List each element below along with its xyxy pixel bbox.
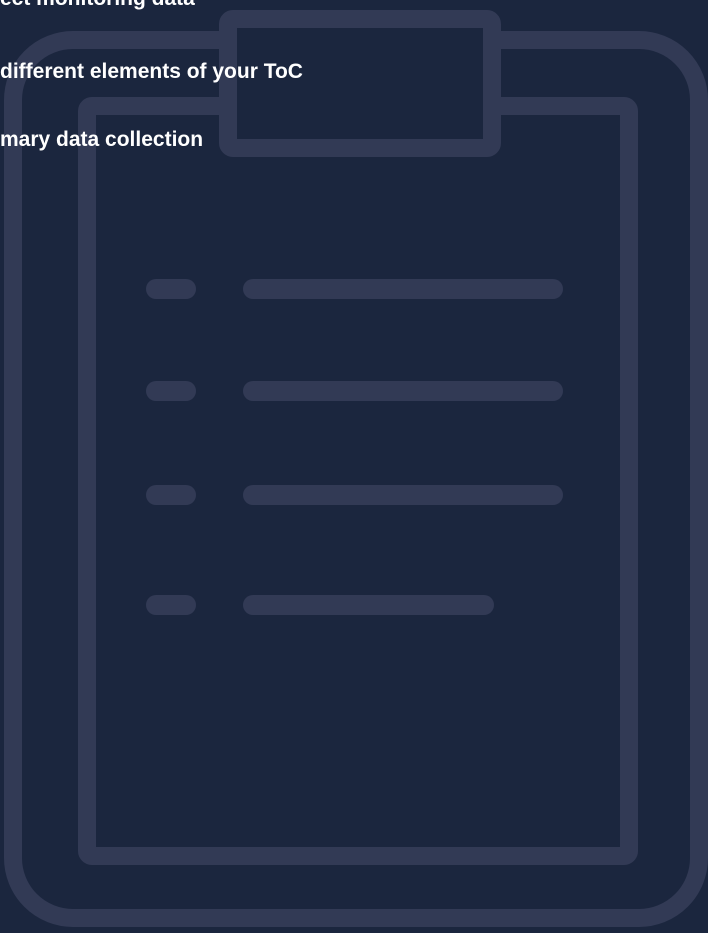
- clipboard-board-outline: [4, 31, 708, 927]
- bullet-text-2: different elements of your ToC: [0, 60, 303, 83]
- bullet-text-1: ect monitoring data: [0, 0, 195, 12]
- bullet-text-3: mary data collection: [0, 128, 204, 151]
- slide-canvas: ect monitoring data different elements o…: [0, 0, 708, 933]
- clipboard-paper-outline: [78, 97, 638, 865]
